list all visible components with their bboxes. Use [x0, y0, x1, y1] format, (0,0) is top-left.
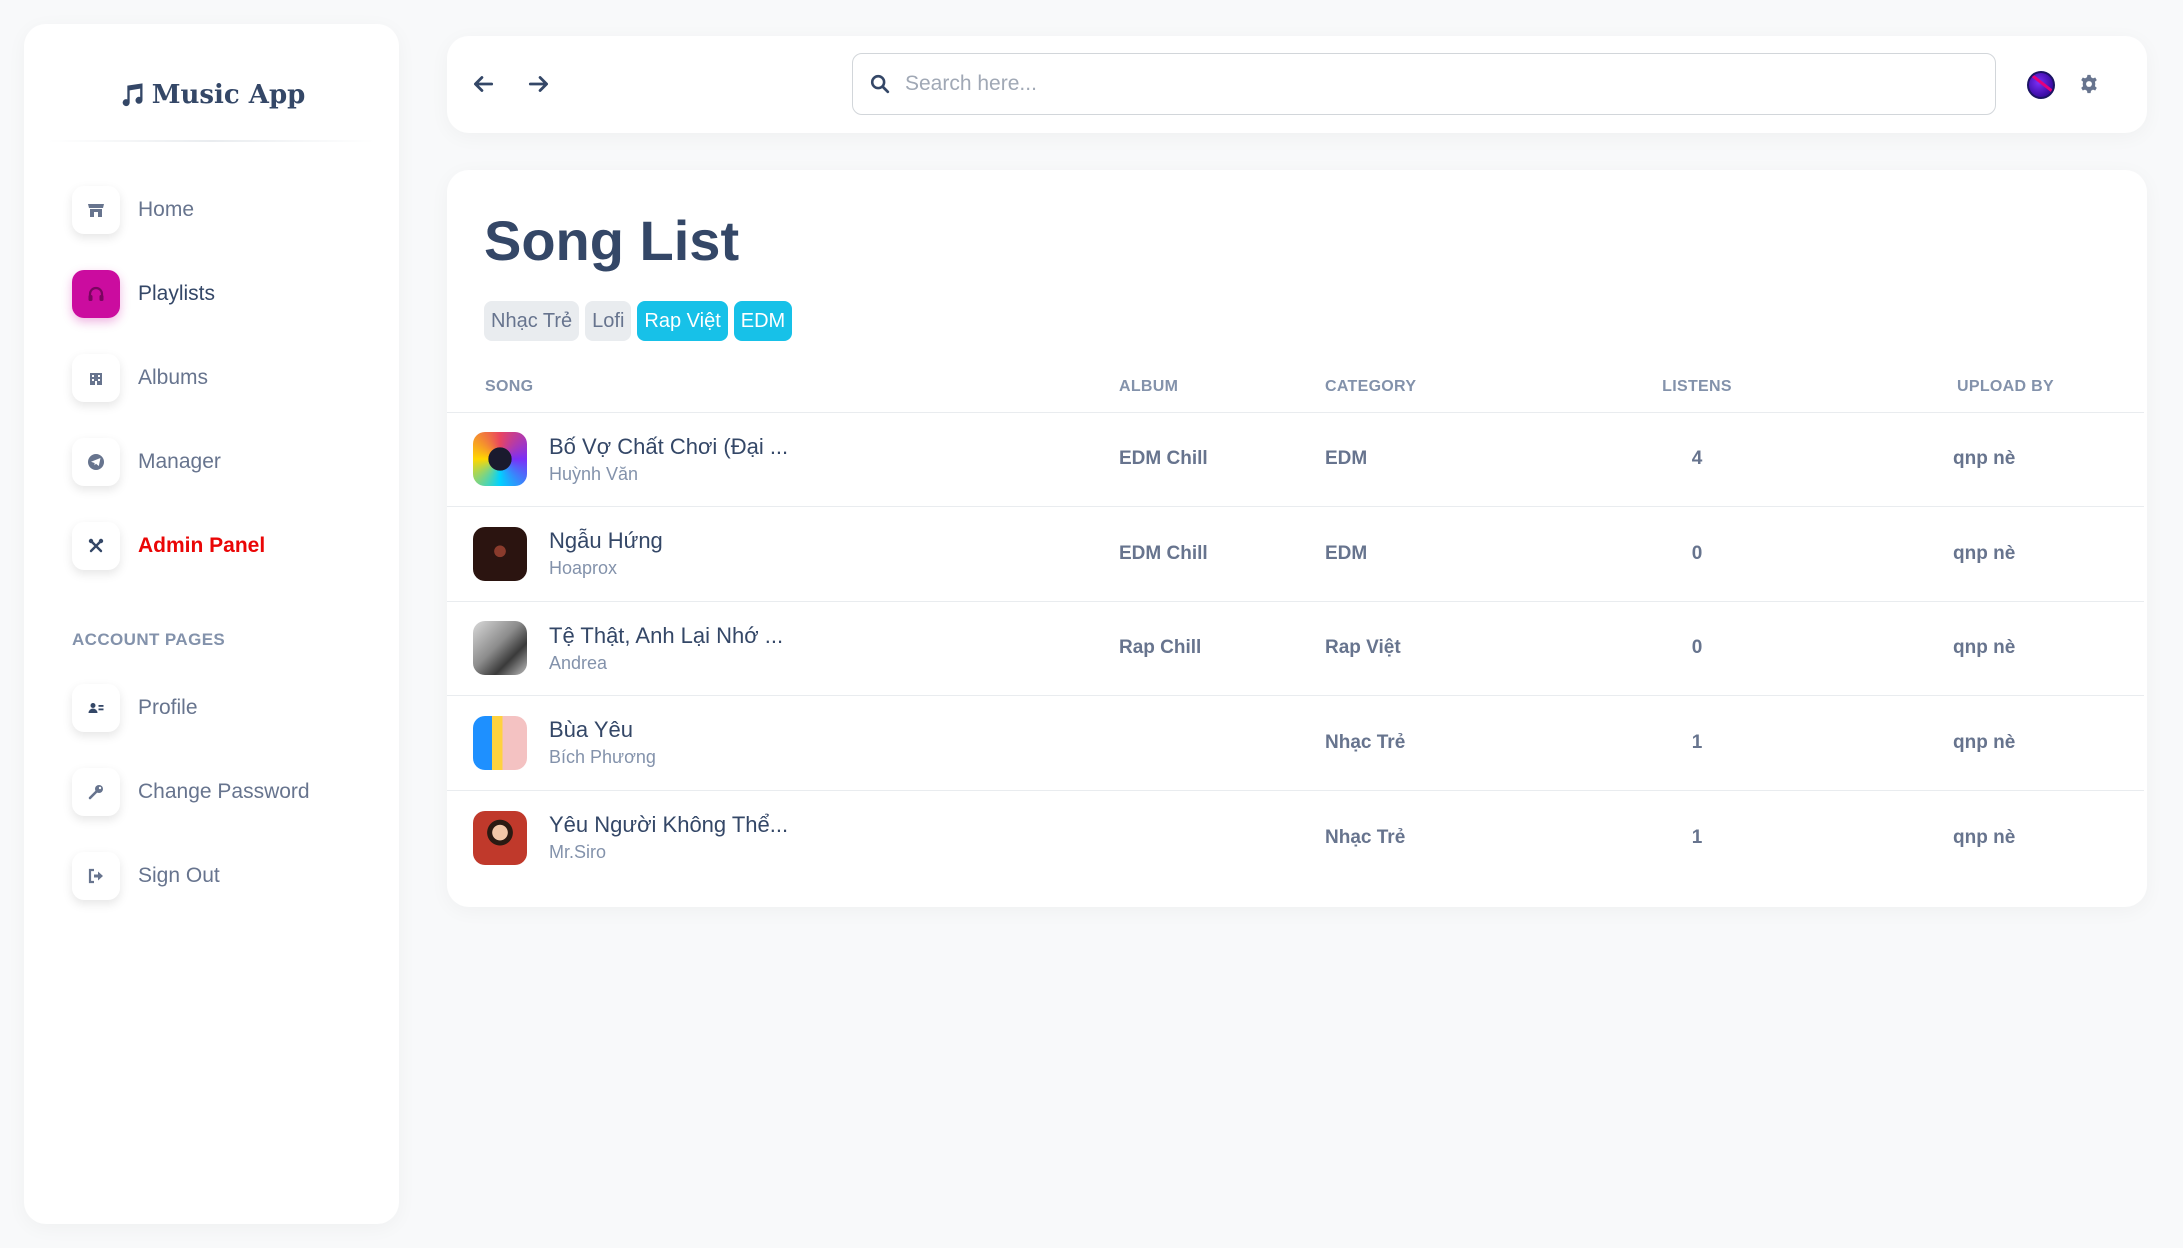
arrow-left-icon [474, 76, 494, 92]
sign-out-icon [72, 852, 120, 900]
uploader-cell: qnp nè [1847, 506, 2144, 602]
column-header-upload-by: UPLOAD BY [1847, 362, 2144, 413]
table-row[interactable]: Tệ Thật, Anh Lại Nhớ ... Andrea Rap Chil… [447, 601, 2144, 696]
headphones-icon [72, 270, 120, 318]
song-name[interactable]: Ngẫu Hứng [549, 528, 663, 554]
column-header-album: ALBUM [1107, 362, 1307, 413]
sidebar-item-profile[interactable]: Profile [72, 682, 198, 734]
sidebar-item-label: Change Password [138, 780, 310, 803]
song-cover-image [473, 526, 527, 581]
user-card-icon [72, 684, 120, 732]
song-name[interactable]: Tệ Thật, Anh Lại Nhớ ... [549, 623, 783, 649]
uploader-cell: qnp nè [1847, 412, 2144, 507]
song-artist: Hoaprox [549, 558, 618, 579]
telegram-icon [72, 438, 120, 486]
sidebar: Music App Home Playlists Albums Manager … [24, 24, 399, 1224]
category-cell: Nhạc Trẻ [1325, 826, 1406, 848]
listens-cell: 0 [1547, 601, 1847, 696]
category-cell: EDM [1307, 412, 1547, 507]
topbar [447, 36, 2147, 133]
category-cell: Nhạc Trẻ [1307, 695, 1547, 791]
table-row[interactable]: Bùa Yêu Bích Phương Nhạc Trẻ 1 qnp nè [447, 695, 2144, 791]
tag-nhac-tre[interactable]: Nhạc Trẻ [484, 301, 580, 341]
sidebar-item-label: Admin Panel [138, 534, 266, 557]
sidebar-item-label: Home [138, 198, 195, 221]
song-artist: Andrea [549, 652, 608, 673]
song-artist: Bích Phương [549, 747, 656, 768]
song-cover-image [473, 621, 527, 676]
song-artist: Mr.Siro [549, 842, 607, 862]
column-header-listens: LISTENS [1547, 362, 1847, 413]
uploader-cell: qnp nè [1847, 695, 2144, 791]
album-cell: EDM Chill [1107, 412, 1307, 507]
column-header-song: SONG [447, 362, 1107, 413]
listens-cell: 0 [1547, 506, 1847, 602]
forward-button[interactable] [523, 68, 555, 100]
search-box [852, 53, 1996, 115]
song-artist: Huỳnh Văn [549, 463, 639, 484]
sidebar-item-label: Profile [138, 696, 198, 719]
arrow-right-icon [528, 76, 548, 92]
sidebar-item-change-password[interactable]: Change Password [72, 766, 310, 818]
sidebar-item-manager[interactable]: Manager [72, 436, 221, 488]
section-title-account-pages: ACCOUNT PAGES [72, 630, 226, 649]
table-header-row: SONG ALBUM CATEGORY LISTENS UPLOAD BY [447, 362, 2144, 413]
sidebar-item-label: Albums [138, 366, 209, 389]
avatar[interactable] [2027, 71, 2055, 99]
building-icon [72, 354, 120, 402]
table-row[interactable]: Bố Vợ Chất Chơi (Đại ... Huỳnh Văn EDM C… [447, 412, 2144, 507]
sidebar-item-home[interactable]: Home [72, 184, 194, 236]
song-cover-image [473, 432, 527, 487]
song-name[interactable]: Bố Vợ Chất Chơi (Đại ... [549, 434, 788, 460]
sidebar-item-label: Sign Out [138, 864, 220, 887]
brand-divider [48, 140, 375, 142]
search-icon [870, 74, 890, 94]
tools-icon [72, 522, 120, 570]
table-row[interactable]: Yêu Người Không Thể... Mr.Siro Nhạc Trẻ … [447, 790, 2144, 885]
back-button[interactable] [467, 68, 499, 100]
song-cover-image [473, 715, 527, 770]
tag-edm[interactable]: EDM [733, 301, 793, 341]
brand[interactable]: Music App [24, 80, 399, 110]
category-cell: Rap Việt [1307, 601, 1547, 696]
sidebar-item-playlists[interactable]: Playlists [72, 268, 215, 320]
page-title: Song List [484, 209, 740, 272]
uploader-cell: qnp nè [1953, 826, 2016, 848]
settings-button[interactable] [2075, 70, 2103, 98]
song-table: SONG ALBUM CATEGORY LISTENS UPLOAD BY Bố… [447, 362, 2144, 885]
sidebar-item-admin-panel[interactable]: Admin Panel [72, 520, 265, 572]
tag-lofi[interactable]: Lofi [585, 301, 632, 341]
brand-name: Music App [151, 80, 306, 110]
music-note-icon [122, 83, 143, 107]
song-name[interactable]: Yêu Người Không Thể... [549, 812, 788, 838]
tag-rap-viet[interactable]: Rap Việt [637, 301, 728, 341]
sidebar-item-label: Manager [138, 450, 221, 473]
sidebar-item-albums[interactable]: Albums [72, 352, 208, 404]
album-cell: Rap Chill [1107, 601, 1307, 696]
song-cover-image [473, 810, 527, 865]
listens-cell: 1 [1547, 695, 1847, 791]
gear-icon [2081, 74, 2097, 94]
category-cell: EDM [1307, 506, 1547, 602]
album-cell: EDM Chill [1107, 506, 1307, 602]
song-name[interactable]: Bùa Yêu [549, 717, 656, 743]
search-input[interactable] [905, 72, 1995, 96]
listens-cell: 4 [1547, 412, 1847, 507]
listens-cell: 1 [1691, 826, 1703, 848]
sidebar-item-label: Playlists [138, 282, 216, 305]
uploader-cell: qnp nè [1847, 601, 2144, 696]
album-cell [1107, 695, 1307, 791]
category-tags: Nhạc Trẻ Lofi Rap Việt EDM [484, 301, 793, 341]
key-icon [72, 768, 120, 816]
table-row[interactable]: Ngẫu Hứng Hoaprox EDM Chill EDM 0 qnp nè [447, 506, 2144, 602]
album-cell [1107, 790, 1307, 885]
sidebar-item-sign-out[interactable]: Sign Out [72, 850, 220, 902]
song-list-card: Song List Nhạc Trẻ Lofi Rap Việt EDM SON… [447, 170, 2147, 907]
store-icon [72, 186, 120, 234]
column-header-category: CATEGORY [1307, 362, 1547, 413]
